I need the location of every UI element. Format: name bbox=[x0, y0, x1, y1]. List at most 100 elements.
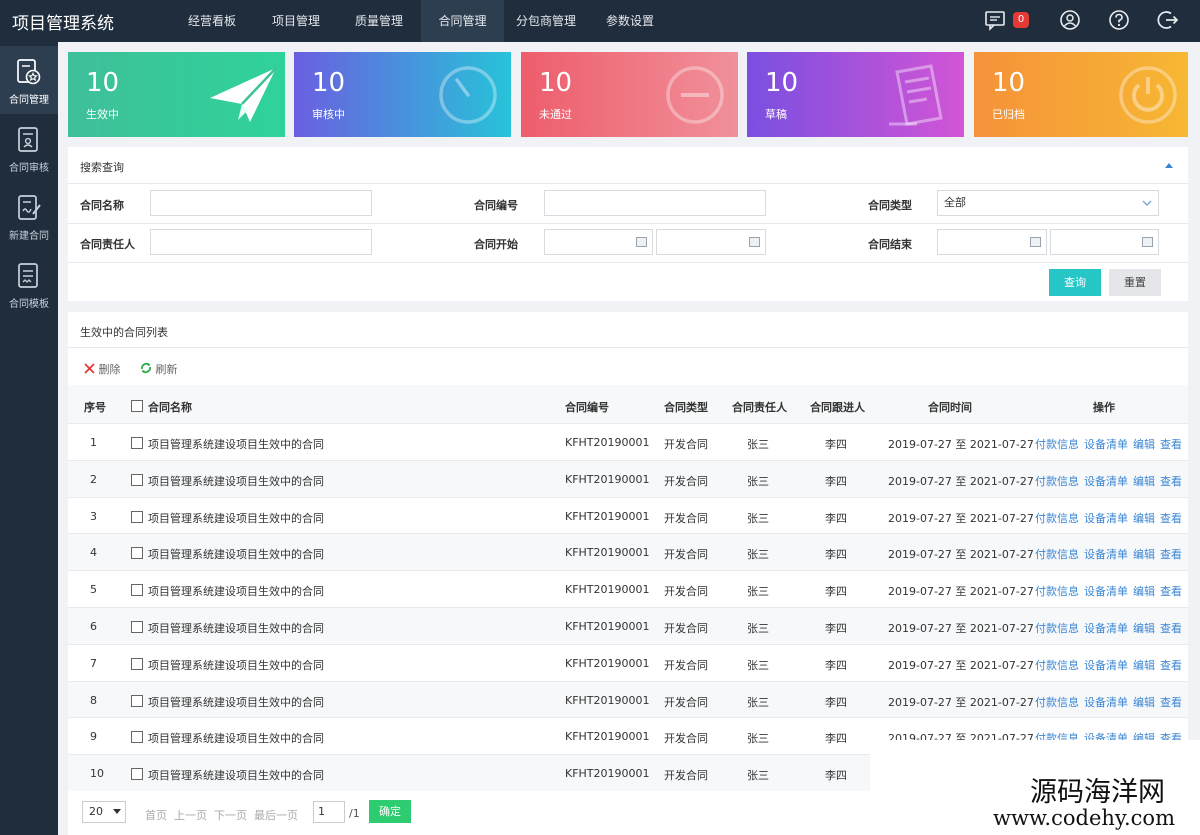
row-checkbox[interactable] bbox=[131, 695, 143, 707]
view-link[interactable]: 查看 bbox=[1160, 585, 1182, 598]
start-date-from-input[interactable] bbox=[544, 229, 653, 255]
contract-owner-input[interactable] bbox=[150, 229, 372, 255]
payment-info-link[interactable]: 付款信息 bbox=[1035, 659, 1079, 672]
nav-dashboard[interactable]: 经营看板 bbox=[172, 0, 252, 42]
message-icon[interactable] bbox=[984, 9, 1006, 31]
collapse-up-icon[interactable] bbox=[1164, 161, 1174, 169]
view-link[interactable]: 查看 bbox=[1160, 475, 1182, 488]
table-row[interactable]: 2 项目管理系统建设项目生效中的合同 KFHT20190001 开发合同 张三 李四 201… bbox=[68, 460, 1188, 497]
equipment-list-link[interactable]: 设备清单 bbox=[1084, 659, 1128, 672]
page-number-input[interactable]: 1 bbox=[313, 801, 345, 823]
table-row[interactable]: 8 项目管理系统建设项目生效中的合同 KFHT20190001 开发合同 张三 李四 201… bbox=[68, 681, 1188, 718]
contract-type-select[interactable]: 全部 bbox=[937, 190, 1159, 216]
stat-card-reviewing[interactable]: 10 审核中 bbox=[294, 52, 511, 137]
sidebar-item-contract-template[interactable]: 合同模板 bbox=[0, 250, 58, 318]
row-checkbox[interactable] bbox=[131, 621, 143, 633]
table-row[interactable]: 7 项目管理系统建设项目生效中的合同 KFHT20190001 开发合同 张三 李四 201… bbox=[68, 644, 1188, 681]
last-page-link[interactable]: 最后一页 bbox=[254, 807, 298, 823]
row-checkbox[interactable] bbox=[131, 474, 143, 486]
first-page-link[interactable]: 首页 bbox=[145, 807, 167, 823]
stat-label: 生效中 bbox=[86, 108, 119, 121]
edit-link[interactable]: 编辑 bbox=[1133, 585, 1155, 598]
nav-settings[interactable]: 参数设置 bbox=[590, 0, 670, 42]
row-contract-type: 开发合同 bbox=[664, 622, 708, 635]
payment-info-link[interactable]: 付款信息 bbox=[1035, 548, 1079, 561]
stat-card-archived[interactable]: 10 已归档 bbox=[974, 52, 1188, 137]
page-size-select[interactable]: 20 bbox=[82, 801, 126, 823]
row-checkbox[interactable] bbox=[131, 511, 143, 523]
row-checkbox[interactable] bbox=[131, 731, 143, 743]
row-checkbox[interactable] bbox=[131, 658, 143, 670]
select-all-checkbox[interactable] bbox=[131, 400, 143, 412]
payment-info-link[interactable]: 付款信息 bbox=[1035, 475, 1079, 488]
payment-info-link[interactable]: 付款信息 bbox=[1035, 438, 1079, 451]
table-row[interactable]: 6 项目管理系统建设项目生效中的合同 KFHT20190001 开发合同 张三 李四 201… bbox=[68, 607, 1188, 644]
view-link[interactable]: 查看 bbox=[1160, 696, 1182, 709]
calendar-icon bbox=[636, 237, 647, 247]
edit-link[interactable]: 编辑 bbox=[1133, 512, 1155, 525]
view-link[interactable]: 查看 bbox=[1160, 622, 1182, 635]
delete-button[interactable]: 删除 bbox=[84, 361, 121, 377]
refresh-button[interactable]: 刷新 bbox=[140, 361, 178, 377]
row-checkbox[interactable] bbox=[131, 547, 143, 559]
view-link[interactable]: 查看 bbox=[1160, 659, 1182, 672]
edit-link[interactable]: 编辑 bbox=[1133, 475, 1155, 488]
row-seq: 1 bbox=[90, 436, 97, 449]
payment-info-link[interactable]: 付款信息 bbox=[1035, 696, 1079, 709]
row-checkbox[interactable] bbox=[131, 584, 143, 596]
table-row[interactable]: 5 项目管理系统建设项目生效中的合同 KFHT20190001 开发合同 张三 李四 201… bbox=[68, 570, 1188, 607]
row-checkbox[interactable] bbox=[131, 768, 143, 780]
stat-card-active[interactable]: 10 生效中 bbox=[68, 52, 285, 137]
page-confirm-button[interactable]: 确定 bbox=[369, 800, 411, 823]
view-link[interactable]: 查看 bbox=[1160, 512, 1182, 525]
contract-name-input[interactable] bbox=[150, 190, 372, 216]
payment-info-link[interactable]: 付款信息 bbox=[1035, 622, 1079, 635]
table-row[interactable]: 1 项目管理系统建设项目生效中的合同 KFHT20190001 开发合同 张三 李四 201… bbox=[68, 423, 1188, 460]
row-seq: 4 bbox=[90, 546, 97, 559]
contract-code-input[interactable] bbox=[544, 190, 766, 216]
payment-info-link[interactable]: 付款信息 bbox=[1035, 585, 1079, 598]
query-button[interactable]: 查询 bbox=[1049, 269, 1101, 296]
equipment-list-link[interactable]: 设备清单 bbox=[1084, 512, 1128, 525]
help-icon[interactable] bbox=[1108, 9, 1130, 31]
table-row[interactable]: 4 项目管理系统建设项目生效中的合同 KFHT20190001 开发合同 张三 李四 201… bbox=[68, 533, 1188, 570]
table-row[interactable]: 3 项目管理系统建设项目生效中的合同 KFHT20190001 开发合同 张三 李四 201… bbox=[68, 497, 1188, 534]
sidebar-item-contract-management[interactable]: 合同管理 bbox=[0, 46, 58, 114]
equipment-list-link[interactable]: 设备清单 bbox=[1084, 585, 1128, 598]
edit-link[interactable]: 编辑 bbox=[1133, 659, 1155, 672]
reset-button[interactable]: 重置 bbox=[1109, 269, 1161, 296]
row-owner: 张三 bbox=[747, 732, 769, 745]
payment-info-link[interactable]: 付款信息 bbox=[1035, 512, 1079, 525]
edit-link[interactable]: 编辑 bbox=[1133, 438, 1155, 451]
edit-link[interactable]: 编辑 bbox=[1133, 548, 1155, 561]
sidebar-item-contract-review[interactable]: 合同审核 bbox=[0, 114, 58, 182]
equipment-list-link[interactable]: 设备清单 bbox=[1084, 622, 1128, 635]
equipment-list-link[interactable]: 设备清单 bbox=[1084, 475, 1128, 488]
nav-quality[interactable]: 质量管理 bbox=[339, 0, 419, 42]
contract-template-icon bbox=[18, 263, 38, 288]
nav-subcontractor[interactable]: 分包商管理 bbox=[506, 0, 586, 42]
row-checkbox[interactable] bbox=[131, 437, 143, 449]
edit-link[interactable]: 编辑 bbox=[1133, 696, 1155, 709]
stat-card-draft[interactable]: 10 草稿 bbox=[747, 52, 964, 137]
end-date-from-input[interactable] bbox=[937, 229, 1047, 255]
stat-card-rejected[interactable]: 10 未通过 bbox=[521, 52, 738, 137]
start-date-to-input[interactable] bbox=[656, 229, 766, 255]
nav-contract[interactable]: 合同管理 bbox=[421, 0, 504, 42]
equipment-list-link[interactable]: 设备清单 bbox=[1084, 438, 1128, 451]
sidebar-item-new-contract[interactable]: 新建合同 bbox=[0, 182, 58, 250]
row-seq: 8 bbox=[90, 694, 97, 707]
nav-project[interactable]: 项目管理 bbox=[256, 0, 336, 42]
row-contract-code: KFHT20190001 bbox=[565, 767, 650, 780]
view-link[interactable]: 查看 bbox=[1160, 438, 1182, 451]
user-icon[interactable] bbox=[1059, 9, 1081, 31]
next-page-link[interactable]: 下一页 bbox=[214, 807, 247, 823]
edit-link[interactable]: 编辑 bbox=[1133, 622, 1155, 635]
equipment-list-link[interactable]: 设备清单 bbox=[1084, 548, 1128, 561]
end-date-to-input[interactable] bbox=[1050, 229, 1159, 255]
logout-icon[interactable] bbox=[1157, 9, 1179, 31]
prev-page-link[interactable]: 上一页 bbox=[174, 807, 207, 823]
equipment-list-link[interactable]: 设备清单 bbox=[1084, 696, 1128, 709]
row-seq: 6 bbox=[90, 620, 97, 633]
view-link[interactable]: 查看 bbox=[1160, 548, 1182, 561]
